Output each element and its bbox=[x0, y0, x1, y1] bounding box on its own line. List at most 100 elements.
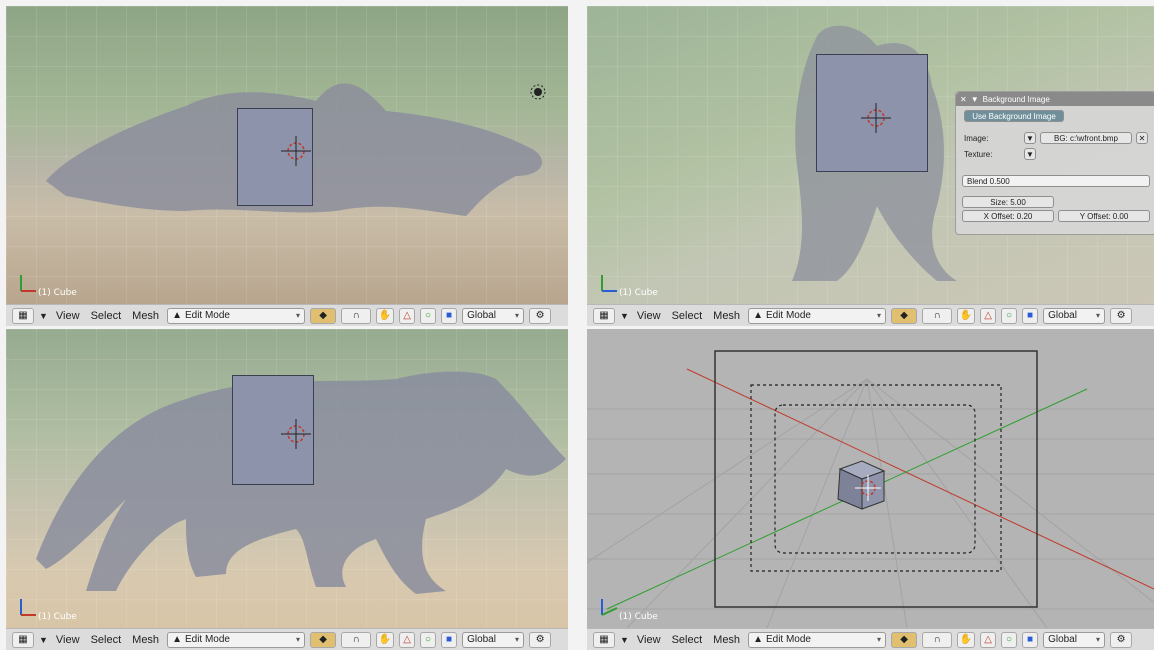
x-offset-field[interactable]: X Offset: 0.20 bbox=[962, 210, 1054, 222]
menu-mesh[interactable]: Mesh bbox=[710, 634, 743, 646]
blend-value: Blend 0.500 bbox=[967, 176, 1010, 186]
menu-mesh[interactable]: Mesh bbox=[129, 310, 162, 322]
pivot-icon[interactable]: ■ bbox=[1022, 631, 1039, 648]
draw-type-button[interactable]: ◆ bbox=[891, 307, 918, 324]
viewport-canvas[interactable]: (1) Cube bbox=[587, 329, 1154, 628]
mode-select[interactable]: ▲ Edit Mode ▾ bbox=[748, 307, 887, 324]
menu-select[interactable]: Select bbox=[669, 634, 706, 646]
menu-mesh[interactable]: Mesh bbox=[129, 634, 162, 646]
collapse-icon[interactable]: ▼ bbox=[39, 311, 48, 321]
viewport-bottom-left[interactable]: (1) Cube ▦ ▼ View Select Mesh ▲ Edit Mod… bbox=[6, 329, 568, 650]
editor-type-button[interactable]: ▦ bbox=[593, 307, 615, 324]
axis-gizmo-icon bbox=[20, 599, 36, 616]
magnet-icon[interactable]: ∩ bbox=[922, 631, 953, 648]
viewport-canvas[interactable]: (1) Cube bbox=[6, 6, 568, 304]
menu-view[interactable]: View bbox=[53, 310, 83, 322]
hand-icon[interactable]: ✋ bbox=[957, 631, 976, 648]
image-path-field[interactable]: BG: c:\wfront.bmp bbox=[1040, 132, 1132, 144]
menu-view[interactable]: View bbox=[634, 310, 664, 322]
menu-select[interactable]: Select bbox=[88, 310, 125, 322]
viewport-top-left[interactable]: (1) Cube ▦ ▼ View Select Mesh ▲ Edit Mod… bbox=[6, 6, 568, 326]
image-clear-button[interactable]: ✕ bbox=[1136, 132, 1148, 144]
viewport-canvas[interactable]: (1) Cube bbox=[6, 329, 568, 628]
collapse-icon[interactable]: ▼ bbox=[39, 635, 48, 645]
orientation-select[interactable]: Global ▾ bbox=[462, 307, 525, 324]
magnet-icon[interactable]: ∩ bbox=[341, 631, 372, 648]
collapse-icon[interactable]: ▼ bbox=[620, 635, 629, 645]
magnet-icon[interactable]: ∩ bbox=[341, 307, 372, 324]
view-header: ▦ ▼ View Select Mesh ▲ Edit Mode ▾ ◆ ∩ ✋… bbox=[587, 304, 1154, 326]
triangle-icon: ▲ bbox=[753, 634, 763, 645]
orientation-select[interactable]: Global ▾ bbox=[1043, 631, 1106, 648]
settings-icon[interactable]: ⚙ bbox=[529, 307, 552, 324]
menu-select[interactable]: Select bbox=[88, 634, 125, 646]
triangle-icon: ▲ bbox=[172, 310, 182, 321]
editor-type-button[interactable]: ▦ bbox=[12, 631, 34, 648]
cursor-icon bbox=[281, 419, 311, 449]
orientation-label: Global bbox=[1048, 634, 1077, 645]
mode-select[interactable]: ▲ Edit Mode ▾ bbox=[167, 631, 306, 648]
triangle-icon[interactable]: △ bbox=[980, 631, 997, 648]
chevron-icon: ▾ bbox=[296, 635, 301, 644]
draw-type-button[interactable]: ◆ bbox=[310, 307, 337, 324]
sphere-icon[interactable]: ○ bbox=[1001, 307, 1018, 324]
chevron-icon: ▾ bbox=[296, 311, 301, 320]
menu-mesh[interactable]: Mesh bbox=[710, 310, 743, 322]
mode-select[interactable]: ▲ Edit Mode ▾ bbox=[167, 307, 306, 324]
hand-icon[interactable]: ✋ bbox=[957, 307, 976, 324]
chevron-icon: ▾ bbox=[1096, 311, 1101, 320]
close-icon[interactable]: ✕ bbox=[960, 95, 967, 104]
viewport-bottom-right[interactable]: (1) Cube ▦ ▼ View Select Mesh ▲ Edit Mod… bbox=[587, 329, 1154, 650]
pivot-icon[interactable]: ■ bbox=[441, 631, 458, 648]
triangle-icon[interactable]: △ bbox=[980, 307, 997, 324]
menu-view[interactable]: View bbox=[634, 634, 664, 646]
pivot-icon[interactable]: ■ bbox=[441, 307, 458, 324]
mode-label: Edit Mode bbox=[184, 310, 230, 321]
sphere-icon[interactable]: ○ bbox=[420, 631, 437, 648]
draw-type-button[interactable]: ◆ bbox=[310, 631, 337, 648]
chevron-icon: ▾ bbox=[1096, 635, 1101, 644]
settings-icon[interactable]: ⚙ bbox=[529, 631, 552, 648]
settings-icon[interactable]: ⚙ bbox=[1110, 307, 1133, 324]
hand-icon[interactable]: ✋ bbox=[376, 307, 395, 324]
size-field[interactable]: Size: 5.00 bbox=[962, 196, 1054, 208]
mode-select[interactable]: ▲ Edit Mode ▾ bbox=[748, 631, 887, 648]
collapse-icon[interactable]: ▼ bbox=[620, 311, 629, 321]
menu-view[interactable]: View bbox=[53, 634, 83, 646]
mode-label: Edit Mode bbox=[765, 310, 811, 321]
object-label: (1) Cube bbox=[619, 612, 658, 622]
hand-icon[interactable]: ✋ bbox=[376, 631, 395, 648]
triangle-icon[interactable]: △ bbox=[399, 307, 416, 324]
chevron-icon: ▾ bbox=[877, 311, 882, 320]
sun-icon[interactable] bbox=[528, 82, 548, 102]
orientation-select[interactable]: Global ▾ bbox=[1043, 307, 1106, 324]
use-background-image-button[interactable]: Use Background Image bbox=[964, 110, 1064, 122]
chevron-icon: ▾ bbox=[515, 635, 520, 644]
menu-select[interactable]: Select bbox=[669, 310, 706, 322]
draw-type-button[interactable]: ◆ bbox=[891, 631, 918, 648]
collapse-icon[interactable]: ▼ bbox=[971, 95, 979, 104]
magnet-icon[interactable]: ∩ bbox=[922, 307, 953, 324]
orientation-select[interactable]: Global ▾ bbox=[462, 631, 525, 648]
axis-gizmo-icon bbox=[20, 275, 36, 292]
y-offset-field[interactable]: Y Offset: 0.00 bbox=[1058, 210, 1150, 222]
editor-type-button[interactable]: ▦ bbox=[12, 307, 34, 324]
view-header: ▦ ▼ View Select Mesh ▲ Edit Mode ▾ ◆ ∩ ✋… bbox=[6, 304, 568, 326]
sphere-icon[interactable]: ○ bbox=[420, 307, 437, 324]
settings-icon[interactable]: ⚙ bbox=[1110, 631, 1133, 648]
triangle-icon[interactable]: △ bbox=[399, 631, 416, 648]
mode-label: Edit Mode bbox=[184, 634, 230, 645]
background-image-panel[interactable]: ✕ ▼ Background Image Use Background Imag… bbox=[955, 91, 1154, 235]
orientation-label: Global bbox=[467, 310, 496, 321]
blend-slider[interactable]: Blend 0.500 bbox=[962, 175, 1150, 187]
texture-browse-button[interactable]: ▼ bbox=[1024, 148, 1036, 160]
triangle-icon: ▲ bbox=[172, 634, 182, 645]
image-browse-button[interactable]: ▼ bbox=[1024, 132, 1036, 144]
mode-label: Edit Mode bbox=[765, 634, 811, 645]
sphere-icon[interactable]: ○ bbox=[1001, 631, 1018, 648]
panel-titlebar[interactable]: ✕ ▼ Background Image bbox=[956, 92, 1154, 106]
image-label: Image: bbox=[964, 134, 989, 143]
pivot-icon[interactable]: ■ bbox=[1022, 307, 1039, 324]
editor-type-button[interactable]: ▦ bbox=[593, 631, 615, 648]
axis-gizmo-icon bbox=[601, 275, 617, 292]
